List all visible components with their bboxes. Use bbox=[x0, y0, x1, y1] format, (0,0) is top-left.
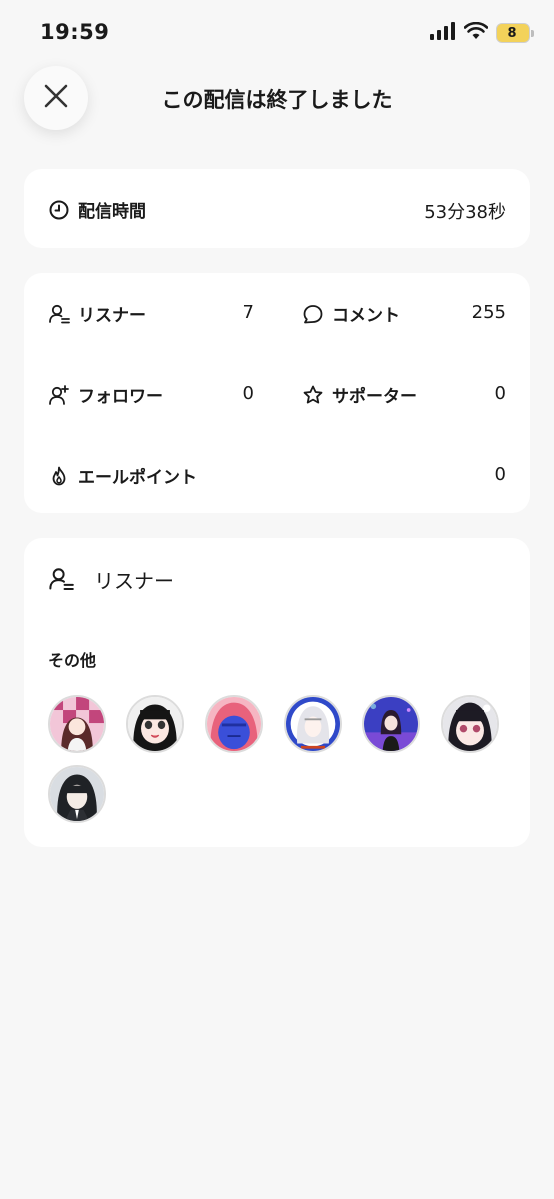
cheer-points-label: エールポイント bbox=[78, 468, 197, 488]
stats-card: リスナー 7 コメント 255 フォロワー 0 サポーター 0 エールポイント … bbox=[24, 273, 530, 513]
status-bar: 19:59 8 bbox=[0, 0, 554, 66]
stat-listeners: リスナー bbox=[48, 301, 146, 326]
listener-icon bbox=[48, 303, 70, 325]
listener-avatar-2[interactable] bbox=[126, 695, 184, 753]
duration-card: 配信時間 53分38秒 bbox=[24, 169, 530, 248]
listener-avatar-6[interactable] bbox=[441, 695, 499, 753]
status-time: 19:59 bbox=[40, 20, 110, 44]
wifi-icon bbox=[463, 21, 489, 44]
listeners-value: 7 bbox=[242, 302, 254, 323]
listener-avatar-1[interactable] bbox=[48, 695, 106, 753]
supporters-value: 0 bbox=[494, 383, 506, 404]
group-label: その他 bbox=[48, 651, 97, 670]
listener-avatar-7[interactable] bbox=[48, 765, 106, 823]
listeners-card: リスナー その他 bbox=[24, 538, 530, 847]
stat-cheer-points: エールポイント bbox=[48, 463, 197, 488]
stat-followers: フォロワー bbox=[48, 382, 163, 407]
comments-label: コメント bbox=[332, 306, 400, 326]
battery-icon: 8 bbox=[496, 23, 534, 43]
comments-value: 255 bbox=[471, 302, 506, 323]
duration-row: 配信時間 bbox=[48, 197, 146, 222]
duration-label: 配信時間 bbox=[78, 202, 146, 222]
followers-label: フォロワー bbox=[78, 387, 163, 407]
stat-comments: コメント bbox=[302, 301, 400, 326]
listener-icon bbox=[48, 566, 74, 592]
duration-value: 53分38秒 bbox=[424, 202, 506, 223]
comment-icon bbox=[302, 303, 324, 325]
page-title: この配信は終了しました bbox=[161, 88, 393, 112]
battery-level: 8 bbox=[507, 25, 517, 41]
star-icon bbox=[302, 384, 324, 406]
listener-avatar-4[interactable] bbox=[284, 695, 342, 753]
flame-icon bbox=[48, 465, 70, 487]
listeners-section-title: リスナー bbox=[94, 569, 174, 593]
listener-avatar-5[interactable] bbox=[362, 695, 420, 753]
clock-icon bbox=[48, 199, 70, 221]
cellular-signal-icon bbox=[430, 22, 456, 44]
status-icons: 8 bbox=[430, 21, 534, 44]
listeners-label: リスナー bbox=[78, 306, 146, 326]
listener-avatar-3[interactable] bbox=[205, 695, 263, 753]
cheer-points-value: 0 bbox=[494, 464, 506, 485]
add-follower-icon bbox=[48, 384, 70, 406]
followers-value: 0 bbox=[242, 383, 254, 404]
supporters-label: サポーター bbox=[332, 387, 417, 407]
stat-supporters: サポーター bbox=[302, 382, 417, 407]
